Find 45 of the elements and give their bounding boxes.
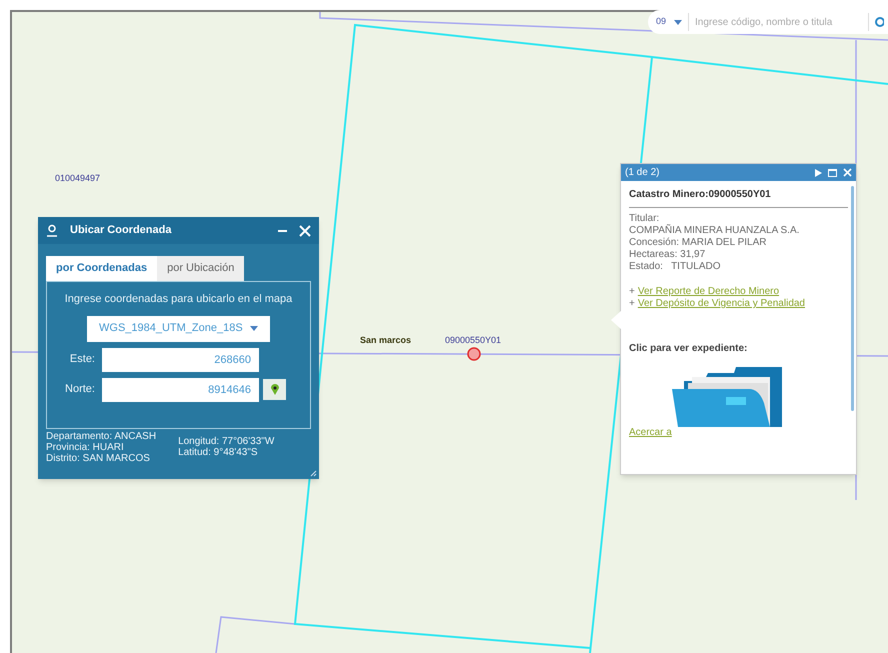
map-label: 010049497 bbox=[55, 172, 100, 185]
popup-pager: (1 de 2) bbox=[625, 166, 660, 180]
detail-text: Titular: bbox=[629, 213, 660, 224]
coordinate-text: Longitud: 77°06'33"W bbox=[178, 436, 274, 447]
close-icon[interactable] bbox=[843, 168, 852, 177]
location-text: Departamento: ANCASH bbox=[46, 431, 156, 442]
location-marker[interactable] bbox=[467, 347, 481, 361]
plus-sign: + bbox=[629, 298, 635, 310]
resize-handle-icon[interactable] bbox=[310, 470, 317, 477]
report-link[interactable]: Ver Depósito de Vigencia y Penalidad bbox=[638, 298, 805, 310]
tab[interactable]: por Ubicación bbox=[157, 256, 244, 281]
next-icon[interactable] bbox=[815, 168, 822, 176]
search-field[interactable]: 09 Ingrese código, nombre o titula bbox=[648, 10, 888, 34]
caret-icon[interactable] bbox=[674, 20, 682, 24]
detail-text: Estado: TITULADO bbox=[629, 261, 722, 273]
search-input[interactable]: Ingrese código, nombre o titula bbox=[695, 14, 864, 30]
search-icon[interactable] bbox=[874, 16, 884, 28]
search-prefix: 09 bbox=[656, 15, 666, 28]
coordinate-field[interactable]: 8914646 bbox=[102, 378, 259, 402]
location-text: Distrito: SAN MARCOS bbox=[46, 453, 151, 464]
zoom-link[interactable]: Acercar a bbox=[629, 427, 848, 439]
maximize-icon[interactable] bbox=[828, 168, 837, 176]
coordinate-text: Latitud: 9°48'43"S bbox=[178, 447, 259, 458]
map-label: San marcos bbox=[360, 334, 412, 347]
panel-title: Ubicar Coordenada bbox=[70, 223, 172, 238]
report-link[interactable]: Ver Reporte de Derecho Minero bbox=[638, 286, 780, 298]
field-label: Este: bbox=[68, 352, 95, 368]
location-text: Provincia: HUARI bbox=[46, 442, 125, 453]
detail-text: COMPAÑIA MINERA HUANZALA S.A. bbox=[629, 225, 800, 237]
popup-title: Catastro Minero:09000550Y01 bbox=[629, 189, 848, 208]
map-pin-icon bbox=[270, 384, 278, 395]
map-label: 09000550Y01 bbox=[445, 334, 502, 347]
tab[interactable]: por Coordenadas bbox=[46, 256, 158, 281]
instruction-text: Ingrese coordenadas para ubicarlo en el mapa bbox=[64, 292, 292, 307]
caret-icon bbox=[250, 326, 258, 331]
locate-button[interactable] bbox=[263, 379, 286, 400]
expediente-label: Clic para ver expediente: bbox=[629, 342, 748, 355]
coordinate-field[interactable]: 268660 bbox=[102, 348, 259, 372]
field-label: Norte: bbox=[64, 382, 95, 398]
detail-text: Concesión: MARIA DEL PILAR bbox=[629, 237, 768, 249]
projection-dropdown[interactable]: WGS_1984_UTM_Zone_18S bbox=[87, 316, 270, 342]
scrollbar[interactable] bbox=[851, 186, 854, 411]
plus-sign: + bbox=[629, 286, 635, 298]
close-icon[interactable] bbox=[299, 224, 311, 236]
detail-text: Hectareas: 31,97 bbox=[629, 249, 706, 261]
